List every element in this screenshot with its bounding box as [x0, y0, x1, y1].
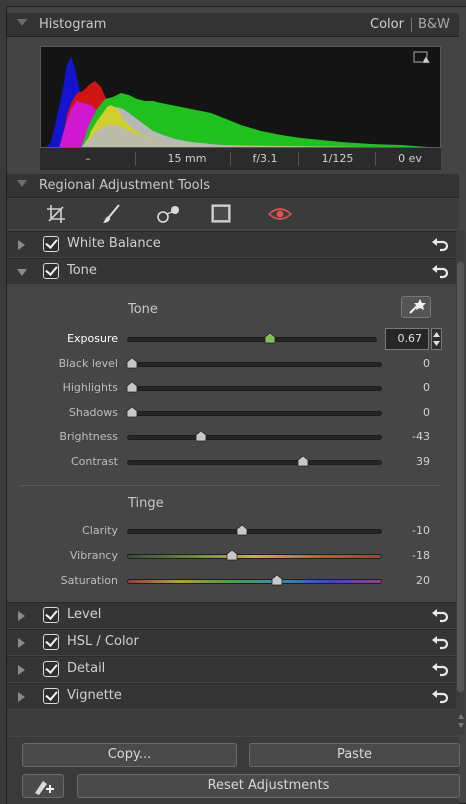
- expand-triangle-icon[interactable]: [18, 638, 25, 648]
- slider-label: Clarity: [82, 524, 118, 537]
- empty-panel-area: [7, 710, 456, 736]
- exif-shutter: 1/125: [321, 152, 354, 165]
- slider-track[interactable]: [127, 386, 382, 391]
- expand-triangle-icon[interactable]: [18, 665, 25, 675]
- slider-track[interactable]: [127, 361, 382, 367]
- section-tone[interactable]: Tone: [7, 258, 459, 284]
- exif-separator: [375, 152, 376, 166]
- exif-separator: [298, 152, 299, 166]
- exif-aperture: f/3.1: [252, 152, 278, 165]
- slider-value: -18: [412, 549, 430, 562]
- undo-icon[interactable]: [431, 607, 449, 623]
- expand-triangle-icon[interactable]: [18, 692, 25, 702]
- vignette-checkbox[interactable]: [43, 688, 59, 704]
- regional-tools-row: [7, 199, 459, 229]
- slider-track[interactable]: [127, 410, 382, 416]
- exif-focal-length: 15 mm: [167, 152, 207, 165]
- exposure-value-field[interactable]: 0.67: [385, 328, 429, 350]
- slider-label: Shadows: [68, 405, 118, 419]
- slider-track[interactable]: [127, 529, 382, 534]
- magic-wand-icon: [409, 299, 426, 314]
- white-balance-checkbox[interactable]: [43, 236, 59, 252]
- slider-value: 39: [416, 454, 430, 468]
- slider-track[interactable]: [127, 459, 382, 465]
- section-level[interactable]: Level: [7, 602, 459, 628]
- regional-tools-title: Regional Adjustment Tools: [39, 178, 211, 193]
- crop-icon[interactable]: [45, 203, 69, 225]
- collapse-triangle-icon[interactable]: [17, 19, 27, 26]
- collapse-triangle-icon[interactable]: [17, 180, 27, 187]
- regional-tools-header[interactable]: Regional Adjustment Tools: [7, 174, 459, 198]
- exif-lens: –: [85, 152, 91, 165]
- eye-icon[interactable]: [267, 203, 293, 225]
- mode-separator: [411, 18, 412, 32]
- undo-icon[interactable]: [431, 661, 449, 677]
- histogram-header[interactable]: Histogram Color B&W: [7, 13, 459, 37]
- copy-button[interactable]: Copy...: [22, 743, 237, 767]
- hsl-checkbox[interactable]: [43, 634, 59, 650]
- expand-triangle-icon[interactable]: [18, 240, 25, 250]
- section-label: White Balance: [67, 236, 161, 251]
- level-checkbox[interactable]: [43, 607, 59, 623]
- tinge-group-title: Tinge: [128, 496, 164, 511]
- slider-value: 20: [416, 574, 430, 587]
- slider-value: 0: [423, 381, 430, 394]
- histogram-mode-color[interactable]: Color: [370, 17, 404, 32]
- section-white-balance[interactable]: White Balance: [7, 231, 459, 257]
- slider-track[interactable]: [127, 337, 377, 342]
- exposure-spinner[interactable]: [431, 328, 442, 350]
- scroll-arrows-icon[interactable]: [457, 711, 465, 731]
- histogram-mode-bw[interactable]: B&W: [418, 17, 450, 32]
- histogram-chart: [40, 46, 441, 148]
- slider-value: 0: [423, 356, 430, 370]
- section-label: Detail: [67, 661, 106, 676]
- add-preset-button[interactable]: [22, 774, 64, 798]
- brush-icon[interactable]: [100, 203, 124, 225]
- exif-separator: [135, 152, 136, 166]
- paste-button[interactable]: Paste: [249, 743, 460, 767]
- tone-group-title: Tone: [128, 302, 158, 317]
- gradient-icon[interactable]: [155, 203, 179, 225]
- slider-label: Black level: [58, 356, 118, 370]
- slider-label: Exposure: [67, 332, 118, 345]
- clipping-warning-icon[interactable]: [413, 51, 431, 65]
- slider-value: 0: [423, 405, 430, 419]
- section-label: Level: [67, 607, 102, 622]
- slider-track[interactable]: [127, 554, 382, 559]
- exif-info-bar: – 15 mm f/3.1 1/125 0 ev: [40, 148, 441, 170]
- reset-adjustments-button[interactable]: Reset Adjustments: [77, 774, 460, 798]
- undo-icon[interactable]: [431, 634, 449, 650]
- slider-track[interactable]: [127, 435, 382, 440]
- slider-value: -43: [412, 430, 430, 443]
- slider-label: Brightness: [59, 430, 118, 443]
- collapse-triangle-icon[interactable]: [17, 269, 27, 276]
- exif-separator: [230, 152, 231, 166]
- slider-label: Saturation: [60, 574, 118, 587]
- slider-track[interactable]: [127, 579, 382, 584]
- section-label: Tone: [67, 263, 97, 278]
- section-detail[interactable]: Detail: [7, 656, 459, 682]
- scrollbar-thumb[interactable]: [457, 262, 464, 692]
- group-divider: [20, 485, 440, 486]
- auto-tone-button[interactable]: [401, 296, 431, 318]
- section-vignette[interactable]: Vignette: [7, 683, 459, 709]
- section-label: Vignette: [67, 688, 122, 703]
- slider-label: Contrast: [70, 454, 118, 468]
- mask-icon[interactable]: [210, 203, 234, 225]
- add-preset-icon: [35, 781, 54, 795]
- undo-icon[interactable]: [431, 236, 449, 252]
- slider-value: -10: [412, 524, 430, 537]
- slider-label: Vibrancy: [69, 549, 118, 562]
- histogram-title: Histogram: [39, 17, 107, 32]
- detail-checkbox[interactable]: [43, 661, 59, 677]
- section-hsl-color[interactable]: HSL / Color: [7, 629, 459, 655]
- undo-icon[interactable]: [431, 263, 449, 279]
- exif-ev: 0 ev: [398, 152, 422, 165]
- section-label: HSL / Color: [67, 634, 139, 649]
- tone-checkbox[interactable]: [43, 263, 59, 279]
- undo-icon[interactable]: [431, 688, 449, 704]
- expand-triangle-icon[interactable]: [18, 611, 25, 621]
- slider-label: Highlights: [62, 381, 118, 394]
